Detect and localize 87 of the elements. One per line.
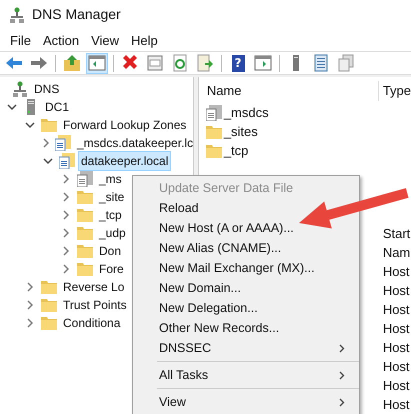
folder-icon: [41, 316, 57, 330]
toolbar-button[interactable]: [61, 52, 83, 74]
help-icon: ?: [232, 54, 244, 72]
menu-item[interactable]: DNSSEC: [159, 338, 212, 358]
chevron-right-icon[interactable]: [61, 228, 71, 238]
menu-item[interactable]: Other New Records...: [159, 318, 280, 338]
chevron-right-icon[interactable]: [61, 246, 71, 256]
tree-item[interactable]: _udp: [96, 223, 129, 243]
chevron-down-icon[interactable]: [7, 102, 17, 112]
column-header[interactable]: Name: [198, 81, 379, 101]
table-cell-text: Host: [382, 282, 410, 300]
menu-item[interactable]: New Alias (CNAME)...: [159, 238, 282, 258]
zone-icon: [55, 135, 71, 151]
chevron-right-icon[interactable]: [61, 174, 71, 184]
chevron-right-icon[interactable]: [61, 264, 71, 274]
folder-icon: [77, 244, 93, 258]
chevron-right-icon[interactable]: [61, 192, 71, 202]
tree-item[interactable]: datakeeper.local: [78, 151, 172, 171]
chevron-right-icon[interactable]: [61, 210, 71, 220]
table-cell-text: Host: [382, 358, 410, 376]
table-cell-text: Host: [382, 263, 410, 281]
pane-icon: [88, 54, 106, 72]
menu-item[interactable]: Action: [36, 30, 86, 52]
folder-icon: [206, 144, 222, 158]
list-item[interactable]: _sites: [224, 122, 258, 142]
chevron-right-icon[interactable]: [25, 300, 35, 310]
export-icon: [196, 54, 214, 72]
folder-icon: [77, 262, 93, 276]
folder-up-icon: [63, 54, 81, 72]
table-cell-text: Start: [382, 225, 410, 243]
tree-item[interactable]: Don: [96, 241, 124, 261]
menu-item[interactable]: New Delegation...: [159, 298, 258, 318]
folder-icon: [41, 280, 57, 294]
tree-item[interactable]: _ms: [96, 169, 125, 189]
tree-item[interactable]: _msdcs.datakeeper.lc: [74, 133, 193, 153]
folder-icon: [41, 298, 57, 312]
folder-icon: [77, 190, 93, 204]
zone-icon: [59, 153, 75, 169]
folder-icon: [206, 124, 222, 138]
network-icon: [10, 6, 24, 23]
tree-item[interactable]: DC1: [42, 97, 72, 117]
network-icon: [13, 81, 27, 97]
tree-item[interactable]: _tcp: [96, 205, 125, 225]
folder-icon: [77, 208, 93, 222]
chevron-right-icon[interactable]: [25, 282, 35, 292]
menu-item[interactable]: File: [4, 30, 37, 52]
menu-item[interactable]: Help: [125, 30, 164, 52]
table-cell-text: Host: [382, 396, 410, 414]
list-icon: [312, 54, 330, 72]
chevron-right-icon[interactable]: [41, 138, 51, 148]
pane-icon: [254, 54, 272, 72]
table-cell-text: Host: [382, 301, 410, 319]
refresh-icon: [171, 54, 189, 72]
tree-item[interactable]: Conditiona: [60, 313, 124, 333]
menu-item[interactable]: View: [159, 392, 186, 412]
tree-item[interactable]: Forward Lookup Zones: [60, 115, 190, 135]
menu-item[interactable]: New Mail Exchanger (MX)...: [159, 258, 315, 278]
copy-icon: [337, 54, 355, 72]
tree-item[interactable]: Trust Points: [60, 295, 130, 315]
chevron-right-icon[interactable]: [25, 318, 35, 328]
menu-item[interactable]: Reload: [159, 198, 199, 218]
table-cell-text: Nam: [382, 244, 410, 262]
window-title: DNS Manager: [32, 5, 121, 24]
tree-item[interactable]: DNS: [31, 79, 62, 99]
toolbar-button[interactable]: [86, 52, 108, 74]
list-item[interactable]: _msdcs: [224, 102, 269, 122]
table-cell-text: Host: [382, 339, 410, 357]
properties-icon: [146, 54, 164, 72]
menu-item[interactable]: View: [85, 30, 126, 52]
list-item[interactable]: _tcp: [224, 140, 248, 160]
folder-icon: [41, 118, 57, 132]
chevron-down-icon[interactable]: [25, 120, 35, 130]
zone-icon: [206, 104, 222, 120]
column-header[interactable]: Type: [378, 81, 411, 101]
zone-icon: [77, 171, 93, 187]
menu-item[interactable]: New Domain...: [159, 278, 241, 298]
server-icon: [26, 99, 36, 115]
menu-item[interactable]: All Tasks: [159, 366, 208, 384]
toolbar-button[interactable]: ?: [227, 52, 249, 74]
menu-item[interactable]: New Host (A or AAAA)...: [159, 218, 294, 238]
table-cell-text: Host: [382, 377, 410, 395]
tree-item[interactable]: Fore: [96, 259, 127, 279]
folder-icon: [77, 226, 93, 240]
chevron-down-icon[interactable]: [43, 156, 53, 166]
tree-item[interactable]: _site: [96, 187, 128, 207]
table-cell-text: Host: [382, 320, 410, 338]
tree-item[interactable]: Reverse Lo: [60, 277, 128, 297]
